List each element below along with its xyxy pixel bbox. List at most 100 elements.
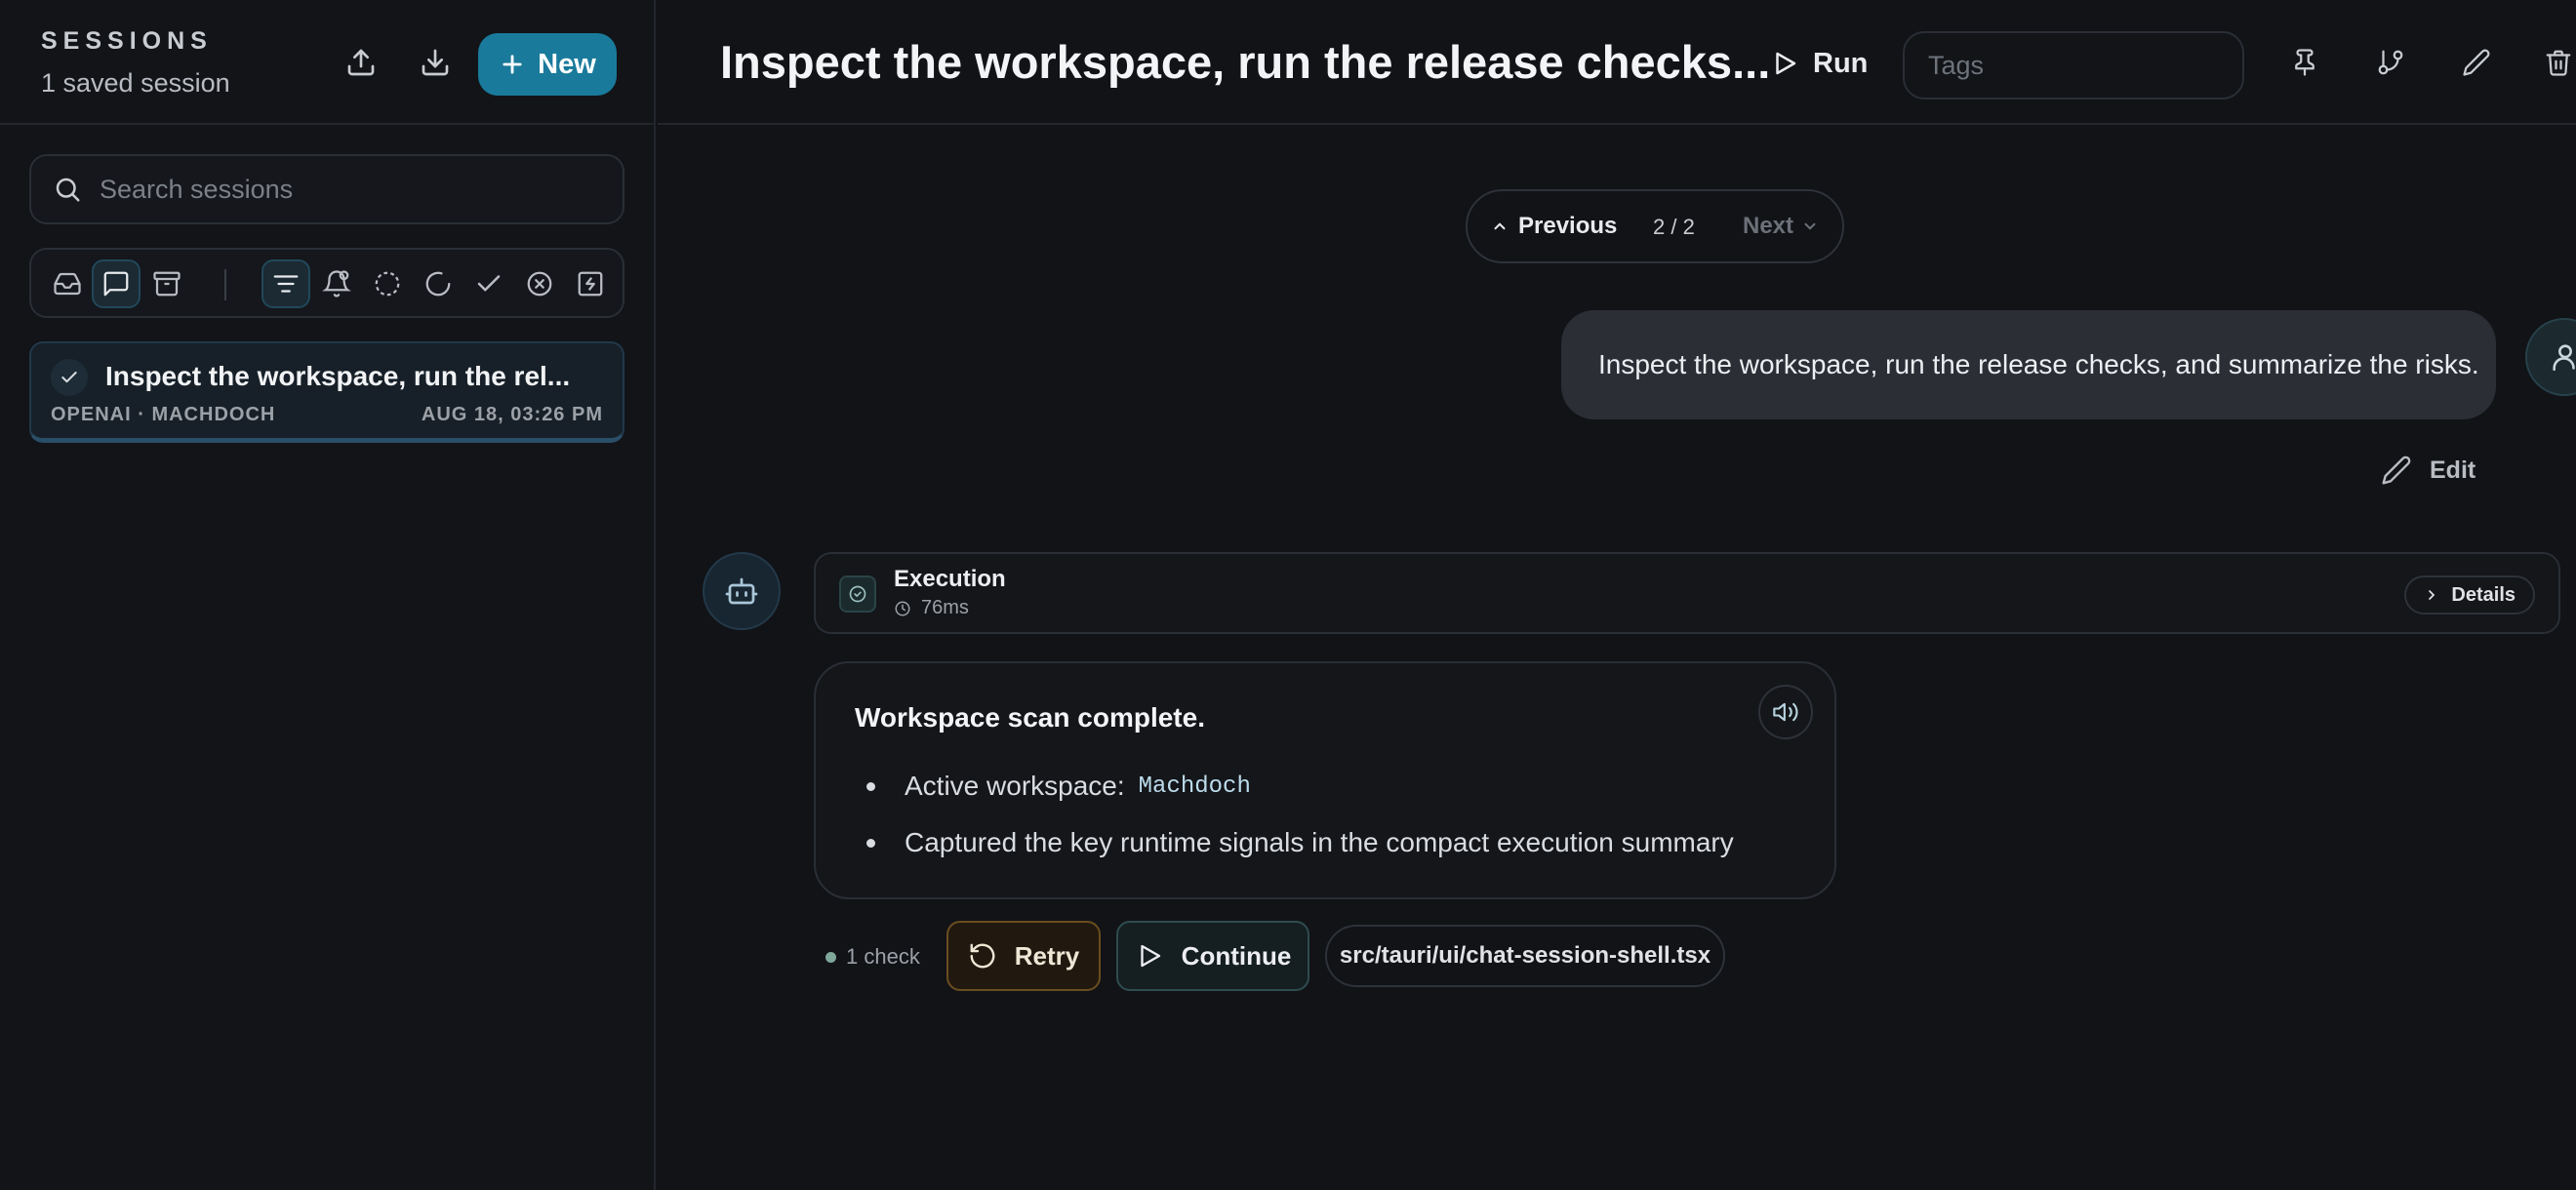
execution-title: Execution (894, 566, 1006, 592)
rename-button[interactable] (2455, 41, 2498, 84)
pencil-icon (2463, 49, 2490, 76)
bell-dot-icon (322, 270, 351, 298)
next-label: Next (1743, 213, 1794, 239)
saved-session-count: 1 saved session (41, 68, 230, 98)
reply-heading: Workspace scan complete. (855, 702, 1205, 733)
session-filter-bar (29, 248, 624, 318)
run-button[interactable]: Run (1770, 39, 1868, 88)
filter-flagged-button[interactable] (566, 259, 615, 308)
new-session-label: New (538, 48, 596, 80)
trash-icon (2546, 50, 2571, 76)
archive-icon (153, 271, 181, 297)
filter-divider (224, 269, 226, 300)
edit-label: Edit (2430, 456, 2476, 484)
continue-label: Continue (1181, 940, 1292, 971)
turn-counter: 2 / 2 (1653, 215, 1695, 239)
execution-card: Execution 76ms Details (814, 552, 2560, 634)
bullet-text: Captured the key runtime signals in the … (905, 827, 1734, 857)
filter-running-button[interactable] (414, 259, 463, 308)
turn-pager: Previous 2 / 2 Next (1466, 189, 1844, 263)
chevron-right-icon (2429, 590, 2435, 600)
download-icon (422, 49, 449, 76)
session-header: Inspect the workspace, run the release c… (658, 0, 2576, 125)
assistant-avatar (703, 552, 781, 630)
sidebar-title: SESSIONS (41, 27, 213, 55)
session-date: AUG 18, 03:26 PM (421, 404, 603, 425)
rotate-ccw-icon (970, 943, 995, 969)
bullet-dot (866, 838, 875, 848)
previous-turn-button[interactable]: Previous (1491, 213, 1617, 240)
execution-duration: 76ms (894, 597, 969, 619)
dashed-circle-icon (375, 271, 400, 297)
duration-value: 76ms (921, 597, 969, 618)
filter-failed-button[interactable] (515, 259, 564, 308)
loader-icon (425, 271, 451, 297)
play-icon (1140, 944, 1160, 968)
pencil-icon (2382, 456, 2411, 485)
play-icon (1776, 52, 1796, 75)
user-icon (2553, 344, 2575, 372)
chevron-down-icon (1804, 222, 1816, 230)
sidebar: SESSIONS 1 saved session New Search sess… (0, 0, 656, 1190)
details-button[interactable]: Details (2404, 575, 2535, 615)
check-circle-icon (849, 585, 866, 603)
filter-all-button[interactable] (262, 259, 310, 308)
next-turn-button[interactable]: Next (1743, 213, 1819, 240)
user-avatar (2525, 318, 2576, 396)
file-reference-chip[interactable]: src/tauri/ui/chat-session-shell.tsx (1325, 925, 1725, 987)
previous-label: Previous (1518, 213, 1618, 239)
chevron-up-icon (1494, 222, 1506, 230)
filter-completed-button[interactable] (464, 259, 513, 308)
pin-button[interactable] (2283, 41, 2326, 84)
zap-box-icon (578, 271, 603, 297)
tags-field (1903, 31, 2244, 99)
run-label: Run (1813, 47, 1869, 79)
git-branch-icon (2378, 50, 2403, 75)
check-count: 1 check (825, 944, 920, 970)
check-count-label: 1 check (846, 944, 920, 969)
bullet-text: Active workspace: (905, 771, 1125, 801)
check-icon (61, 372, 77, 383)
filter-lines-icon (273, 275, 299, 293)
filter-inbox-button[interactable] (43, 259, 92, 308)
bot-icon (725, 577, 758, 605)
execution-status (839, 575, 876, 613)
reply-bullet: Captured the key runtime signals in the … (866, 827, 1734, 858)
retry-label: Retry (1014, 940, 1080, 971)
download-button[interactable] (414, 41, 457, 84)
plus-icon (503, 55, 522, 74)
delete-button[interactable] (2539, 41, 2576, 84)
x-circle-icon (527, 271, 552, 297)
message-square-icon (103, 271, 129, 297)
search-input[interactable] (100, 174, 607, 205)
edit-message-button[interactable]: Edit (2381, 455, 2475, 486)
branch-button[interactable] (2369, 41, 2412, 84)
session-status-completed (51, 359, 88, 396)
filter-chat-button[interactable] (92, 259, 141, 308)
speaker-icon (1773, 702, 1798, 722)
pin-icon (2295, 49, 2314, 76)
search-icon (56, 178, 80, 202)
session-provider: OPENAI · MACHDOCH (51, 404, 276, 425)
clock-icon (895, 601, 910, 615)
session-search (29, 154, 624, 224)
workspace-code: Machdoch (1138, 773, 1251, 800)
filter-archive-button[interactable] (142, 259, 191, 308)
assistant-reply: Workspace scan complete. Active workspac… (814, 661, 1836, 899)
check-icon (477, 275, 501, 292)
tags-input[interactable] (1928, 50, 2221, 81)
session-title: Inspect the workspace, run the rel... (105, 361, 571, 391)
retry-button[interactable]: Retry (946, 921, 1101, 991)
reply-bullet: Active workspace: Machdoch (866, 771, 1251, 802)
details-label: Details (2451, 583, 2516, 606)
upload-icon (347, 49, 375, 76)
inbox-icon (54, 272, 81, 296)
read-aloud-button[interactable] (1758, 685, 1813, 739)
filter-pending-button[interactable] (363, 259, 412, 308)
new-session-button[interactable]: New (478, 33, 617, 96)
bullet-dot (866, 781, 875, 791)
filter-notifications-button[interactable] (312, 259, 361, 308)
session-list-item[interactable]: Inspect the workspace, run the rel... OP… (29, 341, 624, 443)
continue-button[interactable]: Continue (1116, 921, 1309, 991)
upload-button[interactable] (340, 41, 382, 84)
